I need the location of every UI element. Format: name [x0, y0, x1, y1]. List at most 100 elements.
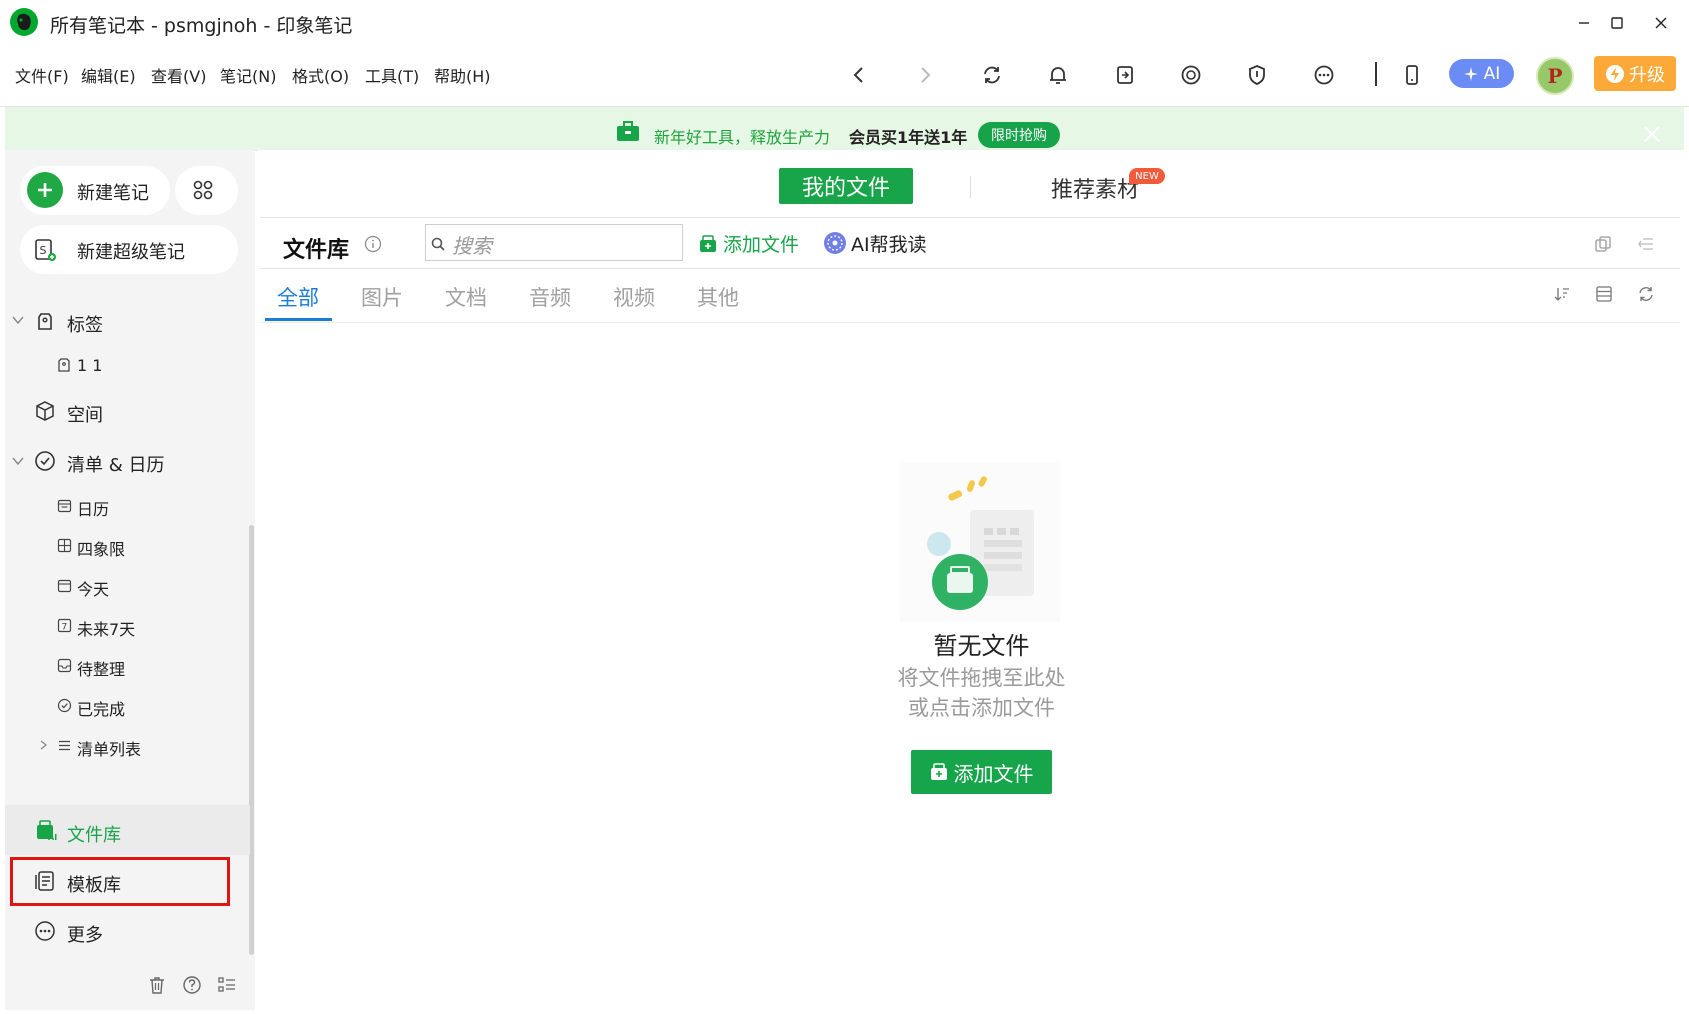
menu-format[interactable]: 格式(O) [292, 63, 349, 87]
new-super-note-label[interactable]: 新建超级笔记 [77, 238, 185, 264]
ai-read-icon [823, 231, 847, 255]
check-circle-icon [34, 450, 56, 472]
tag-small-icon [56, 357, 72, 373]
page-title: 文件库 [283, 238, 350, 263]
list-view-icon[interactable] [1595, 285, 1613, 303]
upgrade-button[interactable]: 升级 [1594, 56, 1676, 91]
help-icon[interactable] [182, 975, 202, 995]
ai-read-button[interactable]: AI帮我读 [851, 230, 927, 257]
empty-add-file-label: 添加文件 [953, 761, 1034, 786]
promo-banner [5, 107, 1684, 151]
divider [260, 217, 1680, 218]
super-note-icon[interactable]: S [33, 238, 57, 262]
empty-files-illustration [900, 462, 1060, 622]
empty-state-title: 暂无文件 [933, 632, 1030, 660]
filter-tab-documents[interactable]: 文档 [445, 282, 487, 312]
sidebar-item-space[interactable]: 空间 [67, 401, 103, 427]
filter-tab-other[interactable]: 其他 [697, 282, 739, 312]
filter-tab-all[interactable]: 全部 [277, 282, 319, 312]
sync-icon[interactable] [973, 56, 1011, 94]
collapse-panel-icon[interactable] [1637, 235, 1655, 253]
sidebar-scrollbar[interactable] [249, 525, 254, 955]
empty-state-hint-click: 或点击添加文件 [908, 696, 1055, 720]
today-icon [57, 578, 72, 593]
empty-state-hint-drag: 将文件拖拽至此处 [897, 666, 1066, 690]
sidebar-item-more[interactable]: 更多 [67, 921, 103, 947]
file-library-icon: AI [35, 819, 57, 841]
shield-icon[interactable] [1238, 56, 1276, 94]
banner-offer-text[interactable]: 会员买1年送1年 [849, 124, 967, 148]
search-placeholder: 搜索 [452, 234, 492, 258]
refresh-icon[interactable] [1637, 285, 1655, 303]
info-icon[interactable] [364, 235, 382, 253]
tab-divider [970, 176, 971, 198]
trash-icon[interactable] [147, 975, 167, 995]
new-note-label[interactable]: 新建笔记 [77, 179, 149, 205]
more-icon[interactable] [1305, 56, 1343, 94]
evernote-logo-icon [10, 8, 38, 36]
sidebar-file-library-label[interactable]: 文件库 [67, 821, 121, 847]
add-file-icon [699, 235, 717, 253]
window-title: 所有笔记本 - psmgjnoh - 印象笔记 [50, 15, 353, 37]
sidebar-item-quadrant[interactable]: 四象限 [77, 536, 125, 560]
menu-edit[interactable]: 编辑(E) [81, 63, 136, 87]
apps-grid-icon[interactable] [192, 179, 214, 201]
grid-icon [57, 538, 72, 553]
share-icon[interactable] [1106, 56, 1144, 94]
tab-my-files[interactable]: 我的文件 [779, 168, 913, 204]
banner-promo-text[interactable]: 新年好工具，释放生产力 [654, 124, 830, 148]
copy-view-icon[interactable] [1594, 235, 1612, 253]
menu-note[interactable]: 笔记(N) [220, 63, 276, 87]
list-icon [57, 738, 72, 753]
chevron-right-icon[interactable] [37, 739, 49, 751]
maximize-button[interactable] [1594, 6, 1640, 40]
chevron-down-icon[interactable] [11, 313, 25, 327]
menu-file[interactable]: 文件(F) [15, 63, 69, 87]
svg-text:AI: AI [48, 833, 57, 841]
forward-icon[interactable] [906, 56, 944, 94]
sidebar-item-checklist-list[interactable]: 清单列表 [77, 736, 141, 760]
smile-icon[interactable] [1172, 56, 1210, 94]
phone-icon[interactable] [1393, 56, 1431, 94]
sidebar-item-tags[interactable]: 标签 [67, 311, 103, 337]
search-icon [431, 237, 445, 251]
filter-tab-images[interactable]: 图片 [361, 282, 403, 312]
menu-tools[interactable]: 工具(T) [365, 63, 419, 87]
menu-help[interactable]: 帮助(H) [434, 63, 491, 87]
plus-icon[interactable] [27, 172, 63, 208]
limited-offer-button[interactable]: 限时抢购 [978, 122, 1060, 148]
chevron-down-icon[interactable] [11, 454, 25, 468]
ai-button[interactable]: AI [1449, 59, 1514, 88]
toolbar-divider [1375, 62, 1377, 86]
svg-text:S: S [40, 244, 47, 257]
calendar-icon [57, 498, 72, 513]
sort-icon[interactable] [1553, 285, 1571, 303]
cube-icon [34, 400, 56, 422]
add-file-button[interactable]: 添加文件 [723, 230, 799, 257]
menu-view[interactable]: 查看(V) [151, 63, 206, 87]
upgrade-label: 升级 [1629, 64, 1665, 86]
bell-icon[interactable] [1039, 56, 1077, 94]
tab-recommended-materials[interactable]: 推荐素材 [1051, 172, 1139, 204]
sidebar-item-today[interactable]: 今天 [77, 576, 109, 600]
divider [260, 322, 1680, 323]
sidebar-item-checklist-calendar[interactable]: 清单 & 日历 [67, 451, 164, 477]
sidebar-tag-item[interactable]: 1 1 [77, 356, 102, 375]
settings-list-icon[interactable] [217, 975, 237, 995]
sidebar-item-calendar[interactable]: 日历 [77, 496, 109, 520]
divider [260, 268, 1680, 269]
gift-box-icon [616, 120, 640, 142]
filter-tab-audio[interactable]: 音频 [529, 282, 571, 312]
ai-label: AI [1483, 63, 1501, 84]
empty-add-file-button[interactable]: 添加文件 [911, 750, 1052, 794]
user-avatar[interactable]: P [1536, 57, 1574, 95]
highlight-box [10, 857, 230, 906]
back-icon[interactable] [840, 56, 878, 94]
filter-tab-video[interactable]: 视频 [613, 282, 655, 312]
tag-icon [34, 310, 56, 332]
sparkle-icon [1463, 66, 1479, 82]
lightning-icon [1605, 64, 1625, 84]
close-window-button[interactable] [1638, 6, 1684, 40]
close-banner-icon[interactable] [1641, 123, 1663, 145]
active-tab-indicator [265, 318, 332, 321]
